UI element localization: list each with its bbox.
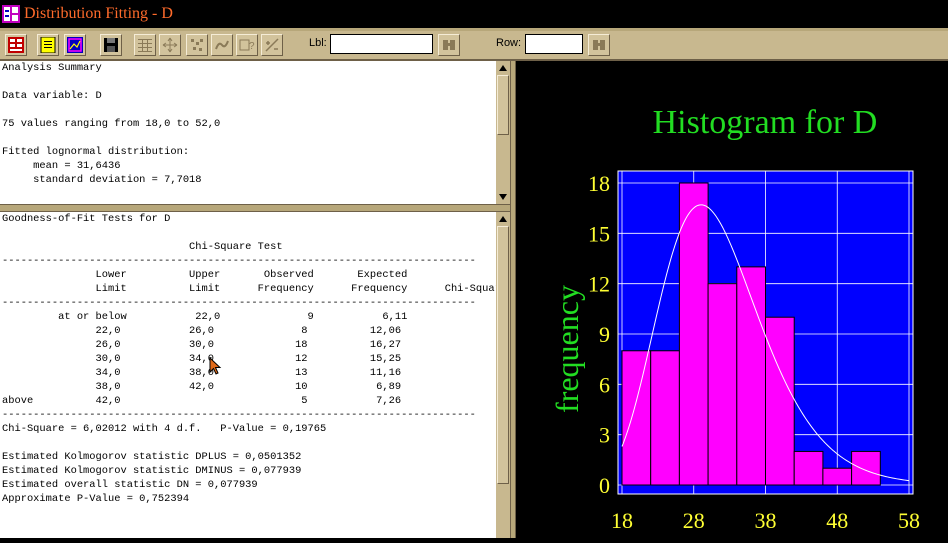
lbl-label: Lbl: bbox=[309, 37, 327, 49]
locate-icon bbox=[265, 38, 279, 52]
window-title: Distribution Fitting - D bbox=[24, 5, 173, 22]
x-tick-label: 18 bbox=[611, 508, 633, 533]
row-label: Row: bbox=[496, 37, 522, 49]
save-icon bbox=[104, 38, 118, 52]
gof-line: Lower Upper Observed Expected bbox=[2, 269, 408, 281]
histogram-chart: Histogram for D frequency 0 3 6 9 12 15 18 18 28… bbox=[549, 104, 920, 533]
y-tick-label: 12 bbox=[588, 272, 610, 297]
chart-title: Histogram for D bbox=[653, 104, 878, 141]
gof-line: Estimated overall statistic DN = 0,07793… bbox=[2, 479, 258, 491]
table-row: 34,0 38,0 13 11,16 bbox=[2, 367, 402, 379]
x-tick-label: 28 bbox=[683, 508, 705, 533]
gof-line: Limit Limit Frequency Frequency Chi-Squa… bbox=[2, 283, 496, 295]
tables-icon bbox=[138, 39, 152, 52]
row-input[interactable] bbox=[525, 34, 583, 54]
histogram-bar bbox=[851, 450, 881, 486]
scroll-down-icon[interactable] bbox=[498, 193, 508, 201]
summary-line: mean = 31,6436 bbox=[2, 160, 121, 172]
gof-scroll-thumb[interactable] bbox=[497, 226, 509, 484]
toolbar: ? Lbl: Row: bbox=[0, 31, 948, 59]
y-tick-label: 15 bbox=[588, 221, 610, 246]
mouse-cursor-icon bbox=[209, 357, 222, 375]
histogram-bar bbox=[765, 316, 795, 486]
graph-options-button[interactable] bbox=[64, 34, 86, 56]
find-label-button[interactable] bbox=[438, 34, 460, 56]
summary-line: Analysis Summary bbox=[2, 62, 102, 74]
gof-line: Goodness-of-Fit Tests for D bbox=[2, 213, 171, 225]
excluded-points-icon bbox=[191, 39, 203, 51]
x-tick-label: 38 bbox=[755, 508, 777, 533]
summary-scroll-thumb[interactable] bbox=[497, 75, 509, 135]
identify-button[interactable] bbox=[211, 34, 233, 56]
table-row: at or below 22,0 9 6,11 bbox=[2, 311, 408, 323]
find-row-icon bbox=[593, 40, 605, 50]
excluded-points-button[interactable] bbox=[186, 34, 208, 56]
summary-line: standard deviation = 7,7018 bbox=[2, 174, 202, 186]
y-tick-label: 3 bbox=[599, 423, 610, 448]
summary-line: Fitted lognormal distribution: bbox=[2, 146, 190, 158]
find-row-icon bbox=[443, 40, 455, 50]
table-row: 38,0 42,0 10 6,89 bbox=[2, 381, 402, 393]
goodness-of-fit-pane[interactable]: Goodness-of-Fit Tests for D Chi-Square T… bbox=[0, 212, 496, 538]
y-tick-label: 6 bbox=[599, 372, 610, 397]
lbl-input[interactable] bbox=[330, 34, 433, 54]
table-row: 22,0 26,0 8 12,06 bbox=[2, 325, 402, 337]
locate-button[interactable] bbox=[261, 34, 283, 56]
tables-button[interactable] bbox=[134, 34, 156, 56]
scroll-up-icon[interactable] bbox=[498, 64, 508, 72]
histogram-bar bbox=[707, 283, 738, 486]
text-options-button[interactable] bbox=[37, 34, 59, 56]
analysis-summary-pane[interactable]: Analysis Summary Data variable: D 75 val… bbox=[0, 61, 496, 204]
save-button[interactable] bbox=[100, 34, 122, 56]
gof-line: Chi-Square = 6,02012 with 4 d.f. P-Value… bbox=[2, 423, 327, 435]
histogram-bar bbox=[621, 350, 652, 486]
svg-text:?: ? bbox=[249, 41, 255, 52]
histogram-bar bbox=[793, 450, 824, 486]
y-tick-label: 9 bbox=[599, 322, 610, 347]
gof-line: Estimated Kolmogorov statistic DPLUS = 0… bbox=[2, 451, 302, 463]
summary-line: 75 values ranging from 18,0 to 52,0 bbox=[2, 118, 221, 130]
y-axis-label: frequency bbox=[549, 285, 585, 413]
title-bar: Distribution Fitting - D bbox=[0, 0, 948, 28]
y-tick-label: 18 bbox=[588, 171, 610, 196]
pan-icon bbox=[162, 37, 178, 53]
find-row-button[interactable] bbox=[588, 34, 610, 56]
table-row: above 42,0 5 7,26 bbox=[2, 395, 402, 407]
histogram-pane[interactable]: Histogram for D frequency 0 3 6 9 12 15 18 18 28… bbox=[516, 61, 948, 538]
identify-icon bbox=[215, 40, 229, 50]
table-row: 26,0 30,0 18 16,27 bbox=[2, 339, 402, 351]
summary-scrollbar[interactable] bbox=[496, 61, 510, 204]
gof-line: Approximate P-Value = 0,752394 bbox=[2, 493, 190, 505]
summary-line: Data variable: D bbox=[2, 90, 102, 102]
horizontal-pane-divider[interactable] bbox=[0, 204, 510, 212]
gof-line: Chi-Square Test bbox=[2, 241, 283, 253]
smooth-icon: ? bbox=[239, 39, 255, 52]
histogram-bar bbox=[736, 266, 767, 486]
text-options-icon bbox=[40, 37, 56, 53]
x-tick-label: 58 bbox=[898, 508, 920, 533]
smooth-button[interactable]: ? bbox=[236, 34, 258, 56]
gof-line: ----------------------------------------… bbox=[2, 409, 476, 421]
x-tick-label: 48 bbox=[826, 508, 848, 533]
scroll-up-icon[interactable] bbox=[498, 215, 508, 223]
histogram-bar bbox=[650, 350, 680, 486]
gof-line: ----------------------------------------… bbox=[2, 297, 476, 309]
input-dialog-button[interactable] bbox=[5, 34, 27, 56]
table-row: 30,0 34,0 12 15,25 bbox=[2, 353, 402, 365]
histogram-bar bbox=[822, 467, 853, 486]
gof-scrollbar[interactable] bbox=[496, 212, 510, 538]
graph-options-icon bbox=[67, 37, 83, 53]
y-tick-label: 0 bbox=[599, 473, 610, 498]
histogram-bar bbox=[678, 182, 709, 486]
input-dialog-icon bbox=[8, 37, 24, 53]
statgraphics-icon[interactable] bbox=[2, 5, 20, 23]
gof-line: ----------------------------------------… bbox=[2, 255, 476, 267]
graphs-button[interactable] bbox=[159, 34, 181, 56]
gof-line: Estimated Kolmogorov statistic DMINUS = … bbox=[2, 465, 302, 477]
